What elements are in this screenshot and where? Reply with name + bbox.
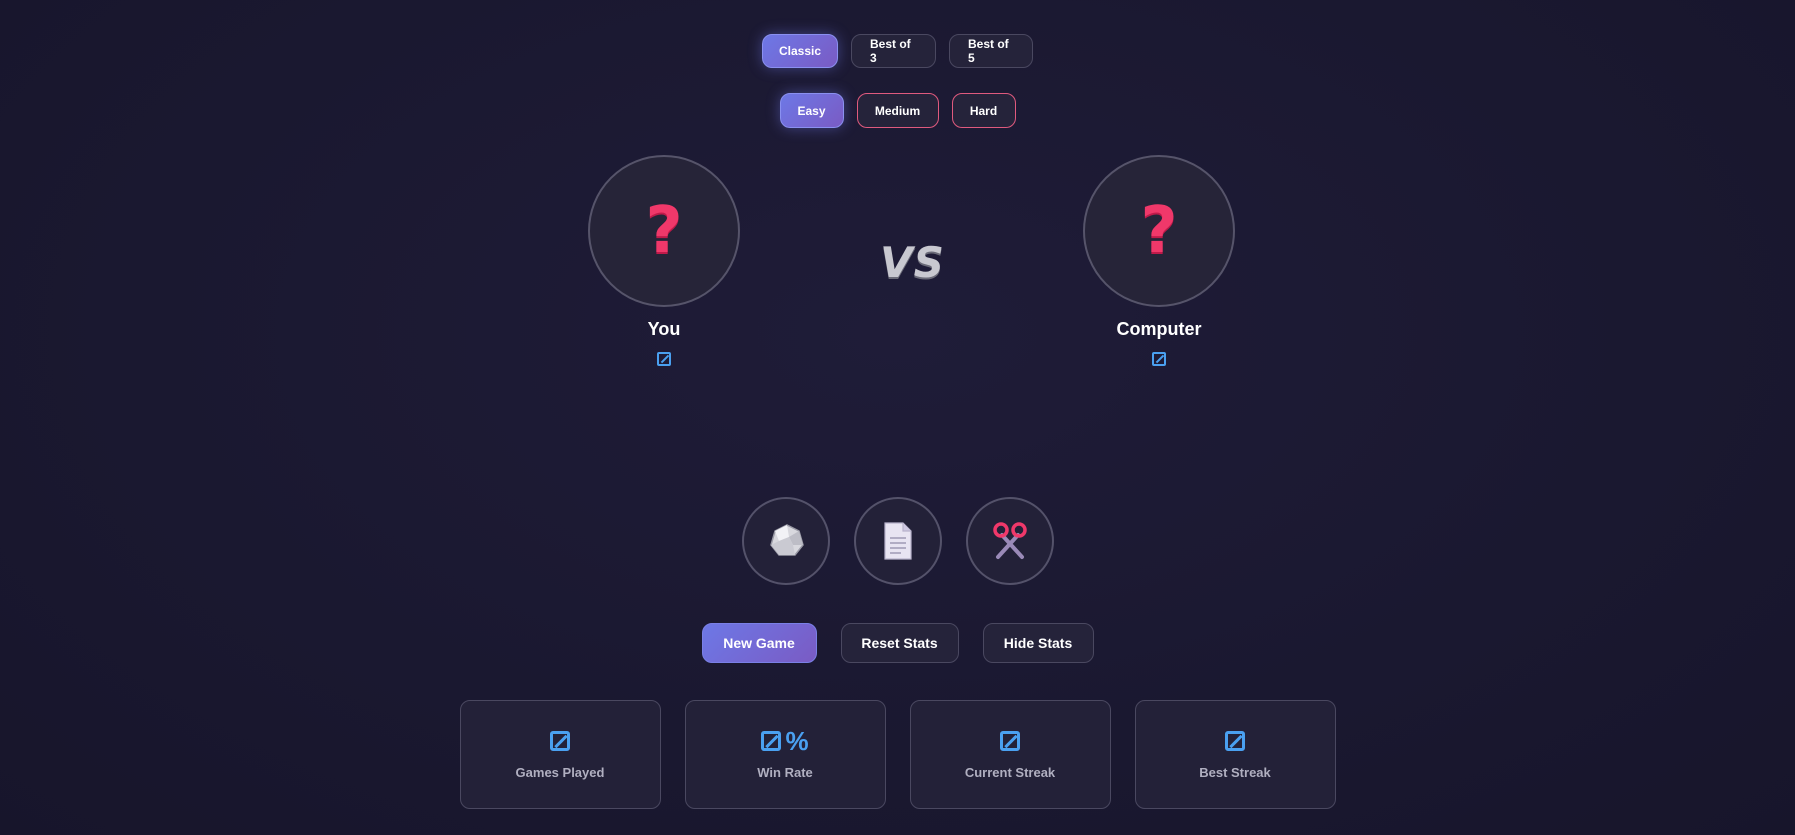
vs-label: VS [880, 238, 945, 287]
rock-icon [769, 524, 804, 556]
stat-value [1225, 729, 1245, 753]
stat-value [1000, 729, 1020, 753]
game-stage: Classic Best of 3 Best of 5 Easy Medium … [0, 0, 1795, 835]
mode-best-of-5-button[interactable]: Best of 5 [949, 34, 1033, 68]
difficulty-selector: Easy Medium Hard [0, 93, 1795, 128]
paper-button[interactable] [853, 497, 942, 585]
computer-score-icon [1152, 352, 1166, 366]
difficulty-hard-button[interactable]: Hard [951, 93, 1016, 128]
empty-value-icon [1225, 731, 1245, 751]
empty-value-icon [761, 731, 782, 751]
stat-win-rate: % Win Rate [684, 700, 886, 809]
stat-value: % [761, 726, 809, 756]
stats-panel: Games Played % Win Rate Current Streak B… [0, 700, 1795, 809]
player-you: ? You [588, 155, 740, 366]
player-computer: ? Computer [1083, 155, 1235, 366]
computer-choice-display: ? [1083, 155, 1235, 307]
difficulty-easy-button[interactable]: Easy [779, 93, 844, 128]
mode-selector: Classic Best of 3 Best of 5 [0, 34, 1795, 68]
question-mark-icon: ? [645, 194, 683, 268]
player-score-icon [657, 352, 671, 366]
stat-games-played: Games Played [459, 700, 661, 809]
hide-stats-button[interactable]: Hide Stats [982, 623, 1094, 663]
stat-label: Current Streak [964, 765, 1056, 780]
stat-value [550, 729, 570, 753]
stat-label: Best Streak [1199, 765, 1271, 780]
player-choice-display: ? [588, 155, 740, 307]
paper-icon [883, 522, 912, 560]
scissors-icon [992, 522, 1027, 559]
mode-best-of-3-button[interactable]: Best of 3 [851, 34, 936, 68]
stat-label: Win Rate [757, 765, 813, 780]
difficulty-medium-button[interactable]: Medium [856, 93, 939, 128]
question-mark-icon: ? [1140, 194, 1178, 268]
stat-best-streak: Best Streak [1134, 700, 1336, 809]
stat-current-streak: Current Streak [909, 700, 1111, 809]
new-game-button[interactable]: New Game [701, 623, 817, 663]
empty-value-icon [1000, 731, 1020, 751]
scissors-button[interactable] [965, 497, 1054, 585]
action-buttons: New Game Reset Stats Hide Stats [0, 623, 1795, 663]
computer-name: Computer [1116, 319, 1202, 339]
rock-button[interactable] [741, 497, 830, 585]
percent-sign: % [785, 726, 809, 756]
empty-value-icon [550, 731, 570, 751]
stat-label: Games Played [515, 765, 605, 780]
choice-buttons [0, 497, 1795, 585]
reset-stats-button[interactable]: Reset Stats [840, 623, 959, 663]
mode-classic-button[interactable]: Classic [762, 34, 838, 68]
player-name: You [647, 319, 681, 339]
